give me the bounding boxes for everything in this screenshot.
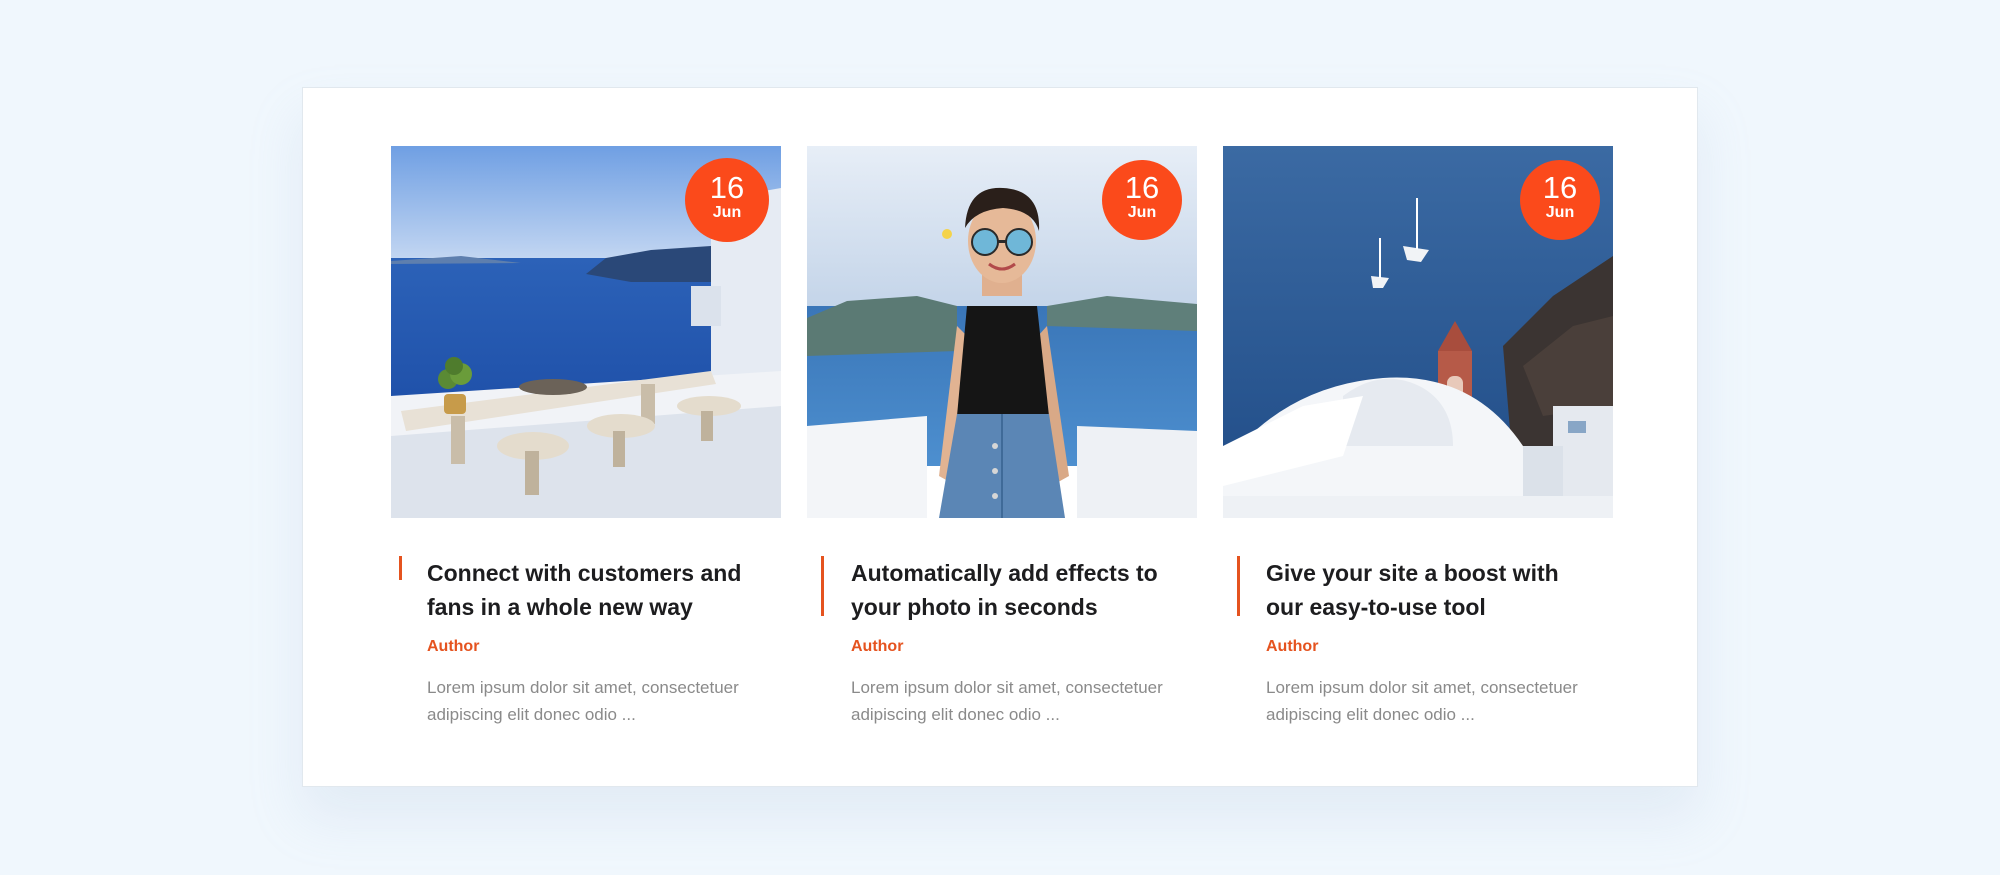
santorini-boats-image[interactable]: 16 Jun <box>1223 146 1613 518</box>
author-link[interactable]: Author <box>851 637 1197 657</box>
blog-card[interactable]: 16 Jun Give your site a boost with our e… <box>1223 146 1613 728</box>
accent-bar <box>399 556 402 580</box>
card-body: Automatically add effects to your photo … <box>807 518 1197 728</box>
woman-sunglasses-image[interactable]: 16 Jun <box>807 146 1197 518</box>
date-day: 16 <box>1124 170 1160 205</box>
date-month: Jun <box>712 204 742 221</box>
date-badge: 16 Jun <box>1102 160 1182 240</box>
blog-card[interactable]: 16 Jun Connect with customers and fans i… <box>391 146 781 728</box>
blog-card[interactable]: 16 Jun Automatically add effects to your… <box>807 146 1197 728</box>
author-link[interactable]: Author <box>1266 637 1613 657</box>
accent-bar <box>1237 556 1240 616</box>
card-title[interactable]: Connect with customers and fans in a who… <box>427 556 757 624</box>
card-excerpt: Lorem ipsum dolor sit amet, consectetuer… <box>851 678 1163 724</box>
author-link[interactable]: Author <box>427 637 781 657</box>
card-title[interactable]: Automatically add effects to your photo … <box>851 556 1181 624</box>
date-day: 16 <box>709 170 745 205</box>
card-excerpt: Lorem ipsum dolor sit amet, consectetuer… <box>427 678 739 724</box>
card-body: Give your site a boost with our easy-to-… <box>1223 518 1613 728</box>
date-month: Jun <box>1545 204 1575 221</box>
card-body: Connect with customers and fans in a who… <box>391 518 781 728</box>
date-badge: 16 Jun <box>685 158 769 242</box>
terrace-sea-view-image[interactable]: 16 Jun <box>391 146 781 518</box>
card-title[interactable]: Give your site a boost with our easy-to-… <box>1266 556 1596 624</box>
date-badge: 16 Jun <box>1520 160 1600 240</box>
date-day: 16 <box>1542 170 1578 205</box>
card-excerpt: Lorem ipsum dolor sit amet, consectetuer… <box>1266 678 1578 724</box>
blog-panel: 16 Jun Connect with customers and fans i… <box>302 87 1698 787</box>
accent-bar <box>821 556 824 616</box>
date-month: Jun <box>1127 204 1157 221</box>
